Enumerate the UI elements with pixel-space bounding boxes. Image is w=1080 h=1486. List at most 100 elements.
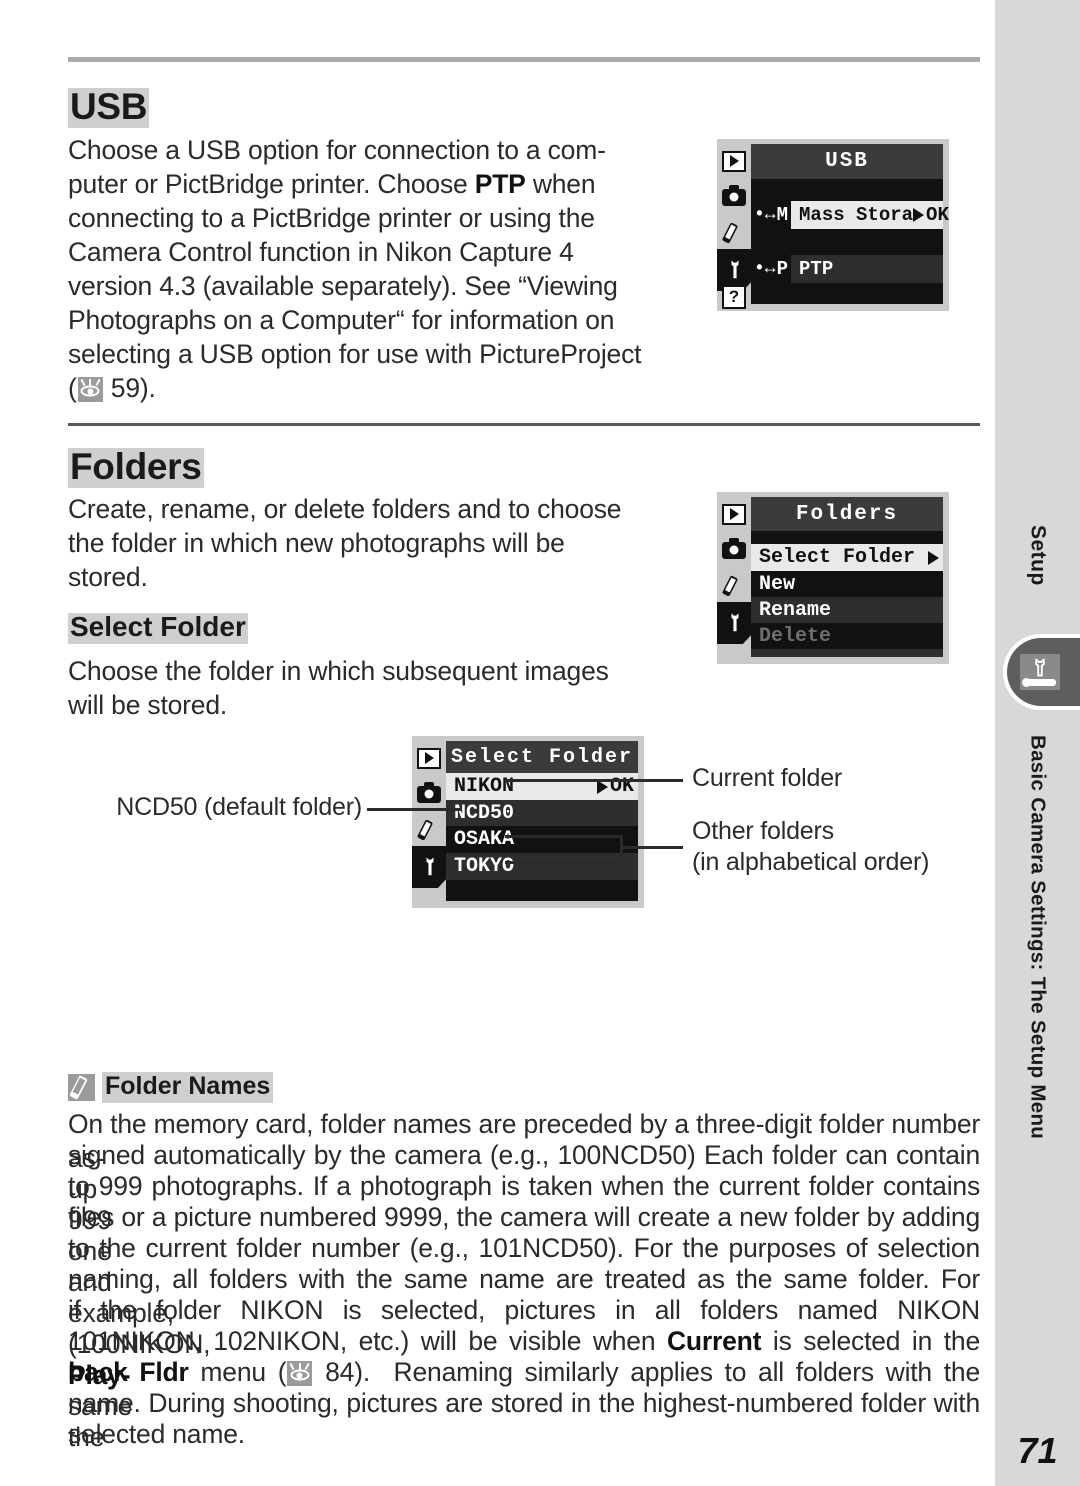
folders-item-rename[interactable]: Rename (751, 597, 943, 623)
chevron-right-icon (928, 550, 943, 565)
folders-screen-body: Folders Select Folder New Rename Delete (751, 497, 943, 657)
callout-current-folder: Current folder (692, 764, 843, 792)
page-reference-eye-icon (287, 1361, 313, 1386)
leader-line-other-folders (620, 846, 683, 849)
leader-line-tokyo (505, 861, 623, 864)
section-divider-rule (68, 423, 980, 426)
usb-body-line-4: Camera Control function in Nikon Capture… (68, 237, 574, 267)
wrench-icon (412, 846, 448, 888)
playback-icon (721, 501, 747, 527)
select-folder-item-tokyo[interactable]: TOKYO (446, 853, 638, 880)
leader-line-bracket (620, 835, 623, 864)
usb-heading: USB (68, 86, 150, 128)
callout-default-folder: NCD50 (default folder) (116, 793, 362, 821)
select-folder-screenshot: Select Folder NIKON OK NCD50 OSAKA TOKYO (412, 736, 644, 908)
note-reference-page: 84 (325, 1357, 355, 1387)
wrench-icon (717, 602, 753, 644)
leader-line-left (367, 808, 462, 811)
playback-icon (416, 745, 442, 771)
select-folder-item-ncd50[interactable]: NCD50 (446, 800, 638, 826)
folders-menu-screenshot: Folders Select Folder New Rename Delete (717, 492, 949, 664)
side-tab-label: Setup (995, 525, 1080, 645)
folders-row-blank-top (751, 531, 943, 544)
folders-row-blank-bottom (751, 649, 943, 657)
wrench-setup-icon (1020, 654, 1060, 690)
leader-line-current-folder (505, 779, 683, 782)
pencil-icon (721, 573, 747, 599)
pencil-icon (416, 817, 442, 843)
folders-item-rename-label: Rename (759, 598, 832, 622)
usb-row-blank-bottom (751, 283, 943, 304)
note-title: Folder Names (102, 1072, 274, 1103)
folders-item-new-label: New (759, 572, 796, 596)
select-folder-item-tokyo-label: TOKYO (454, 855, 515, 878)
folders-item-new[interactable]: New (751, 571, 943, 597)
usb-body-line-1: Choose a USB option for connection to a … (68, 135, 606, 165)
usb-screen-body: USB •↔ M Mass Stora OK •↔ P PTP (751, 144, 949, 304)
select-folder-item-ncd50-label: NCD50 (454, 801, 515, 825)
callout-other-folders-line2: (in alphabetical order) (692, 848, 930, 876)
usb-icon-mass-storage: •↔ M (751, 201, 792, 229)
select-folder-heading-text: Select Folder (68, 611, 248, 644)
playback-icon (721, 148, 747, 174)
usb-option-mass-storage-label: Mass Stora (799, 204, 914, 226)
folders-item-select-folder[interactable]: Select Folder (751, 544, 943, 571)
usb-body-line-8: ( 59). (68, 373, 156, 403)
note-line-11: selected name. (68, 1419, 245, 1449)
camera-icon (721, 537, 747, 563)
usb-ok-indicator: OK (913, 204, 953, 226)
select-folder-screen-sidebar (412, 736, 448, 908)
camera-icon (721, 184, 747, 210)
usb-body-line-3: connecting to a PictBridge printer or us… (68, 203, 595, 233)
select-folder-row-blank-bottom (446, 880, 638, 901)
pencil-icon (721, 220, 747, 246)
setup-menu-tab[interactable] (1003, 634, 1080, 710)
select-folder-body-line-1: Choose the folder in which subsequent im… (68, 656, 609, 686)
tab-icon-dot (1022, 678, 1031, 687)
select-folder-heading: Select Folder (68, 613, 248, 644)
usb-icon-ptp: •↔ P (751, 255, 792, 283)
usb-option-ptp-label: PTP (799, 258, 834, 280)
usb-row-blank-mid (751, 229, 943, 255)
usb-body-line-7: selecting a USB option for use with Pict… (68, 339, 642, 369)
folders-item-delete-label: Delete (759, 624, 832, 648)
side-tab-label-text: Setup (1026, 525, 1050, 586)
folders-item-delete: Delete (751, 623, 943, 649)
folders-body-line-3: stored. (68, 562, 148, 592)
page-content: USB Choose a USB option for connection t… (0, 0, 995, 1486)
folders-screen-title: Folders (795, 503, 899, 526)
running-head-text: Basic Camera Settings: The Setup Menu (1026, 735, 1050, 1140)
folders-body-line-1: Create, rename, or delete folders and to… (68, 494, 622, 524)
usb-body-line-6: Photographs on a Computer“ for informati… (68, 305, 615, 335)
pencil-note-icon (68, 1074, 95, 1101)
page-reference-eye-icon (77, 377, 103, 402)
usb-option-mass-storage[interactable]: •↔ M Mass Stora OK (751, 201, 949, 229)
running-head: Basic Camera Settings: The Setup Menu (995, 735, 1080, 1425)
usb-heading-text: USB (68, 86, 150, 128)
folders-heading: Folders (68, 448, 204, 488)
note-header: Folder Names (68, 1072, 274, 1103)
help-icon: ? (721, 284, 747, 310)
folders-body-line-2: the folder in which new photographs will… (68, 528, 565, 558)
folders-heading-text: Folders (68, 446, 204, 488)
select-folder-screen-body: Select Folder NIKON OK NCD50 OSAKA TOKYO (446, 741, 638, 901)
select-folder-screen-title: Select Folder (450, 746, 634, 769)
usb-reference-page: 59 (110, 373, 140, 403)
select-folder-item-nikon-label: NIKON (454, 775, 515, 798)
usb-row-blank-top (751, 179, 943, 201)
select-folder-item-osaka-label: OSAKA (454, 828, 515, 851)
folders-screen-sidebar (717, 492, 753, 664)
folders-item-select-folder-label: Select Folder (759, 546, 916, 569)
usb-screen-title: USB (825, 150, 869, 173)
usb-body-line-5: version 4.3 (available separately). See … (68, 271, 618, 301)
header-rule (68, 57, 980, 62)
page-number: 71 (1017, 1429, 1058, 1471)
usb-option-ptp[interactable]: •↔ P PTP (751, 255, 943, 283)
usb-screen-sidebar: ? (717, 139, 753, 311)
select-folder-body-line-2: will be stored. (68, 690, 228, 720)
callout-other-folders-line1: Other folders (692, 817, 834, 845)
usb-body-line-2: puter or PictBridge printer. Choose PTP … (68, 169, 596, 199)
leader-line-osaka (505, 835, 623, 838)
select-folder-item-osaka[interactable]: OSAKA (446, 826, 638, 853)
select-folder-item-nikon[interactable]: NIKON OK (446, 773, 638, 800)
